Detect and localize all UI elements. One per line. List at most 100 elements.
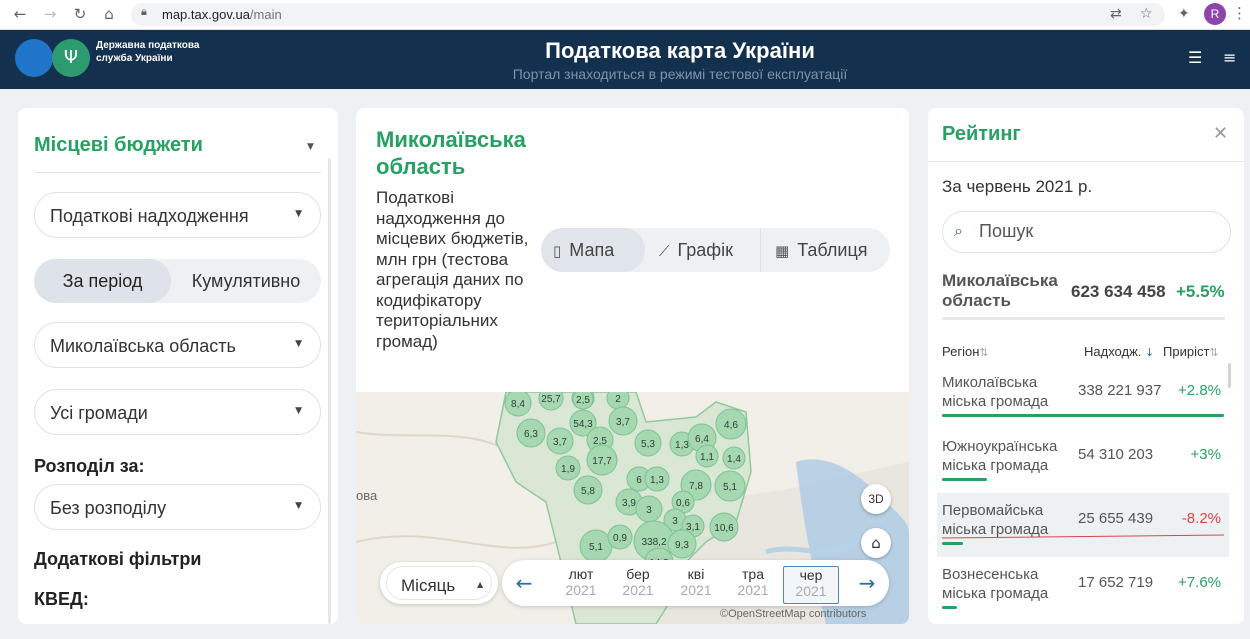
row-growth: +2.8% <box>1178 382 1221 399</box>
address-bar[interactable]: 🔒︎ map.tax.gov.ua/main ⇄ ☆ <box>131 3 1165 26</box>
region-select[interactable]: Миколаївська область ▼ <box>34 322 321 368</box>
map-bubble-label: 0,9 <box>613 533 627 544</box>
tab-table[interactable]: ▦ Таблиця <box>761 228 890 272</box>
url-text[interactable]: map.tax.gov.ua/main <box>162 7 282 22</box>
total-region-name: Миколаївська область <box>942 271 1058 310</box>
table-row[interactable]: Миколаївська міська громада 338 221 937 … <box>937 365 1229 429</box>
select-value: Податкові надходження <box>50 206 249 226</box>
map-bubble-label: 1,3 <box>650 475 664 486</box>
month-slider: ← лют 2021 бер 2021 кві 2021 тра 2021 чер 202… <box>502 560 889 606</box>
map-bubble-label: 4,6 <box>724 420 738 431</box>
profile-avatar[interactable]: R <box>1204 3 1226 25</box>
map-bubble-label: 338,2 <box>641 537 666 548</box>
menu-icon[interactable]: ≡ <box>1223 48 1236 67</box>
chevron-down-icon[interactable]: ▼ <box>307 142 314 152</box>
total-value: 623 634 458 <box>1071 282 1166 301</box>
rating-period: За червень 2021 р. <box>942 177 1093 196</box>
table-row[interactable]: Южноукраїнська міська громада 54 310 203… <box>937 429 1229 493</box>
translate-icon[interactable]: ⇄ <box>1110 6 1122 22</box>
org-name: Державна податкова служба України <box>96 40 200 64</box>
month-item[interactable]: кві 2021 <box>668 566 724 604</box>
table-icon: ▦ <box>775 242 790 260</box>
search-input[interactable] <box>979 221 1219 242</box>
divider <box>928 161 1244 162</box>
col-income-header[interactable]: Надходж. ↓ <box>1084 344 1154 359</box>
col-growth-header[interactable]: Приріст⇅ <box>1163 344 1219 359</box>
row-value: 17 652 719 <box>1078 574 1154 591</box>
row-growth: +3% <box>1190 446 1221 463</box>
tab-chart[interactable]: ⟋ Графік <box>645 228 761 272</box>
scrollbar[interactable] <box>328 158 331 624</box>
toggle-period[interactable]: За період <box>34 259 171 303</box>
home-icon[interactable]: ⌂ <box>99 4 119 24</box>
map-bubble-label: 3 <box>672 516 678 527</box>
prev-month-icon[interactable]: ← <box>502 560 546 606</box>
logo-circle <box>15 39 53 77</box>
toggle-cumulative[interactable]: Кумулятивно <box>171 259 321 303</box>
osm-credit[interactable]: ©OpenStreetMap contributors <box>720 608 866 620</box>
tab-map[interactable]: ▯ Мапа <box>541 228 645 272</box>
view-switcher: ▯ Мапа ⟋ Графік ▦ Таблиця <box>541 228 890 272</box>
kved-label: КВЕД: <box>34 589 89 609</box>
indicator-description: Податкові надходження до місцевих бюджет… <box>376 188 529 351</box>
chevron-down-icon: ▼ <box>295 406 302 416</box>
row-region: Южноукраїнська міська громада <box>942 438 1058 474</box>
map-bubble-label: 3,9 <box>622 498 636 509</box>
map-bubble-label: 5,8 <box>581 486 595 497</box>
month-item[interactable]: тра 2021 <box>725 566 781 604</box>
close-icon[interactable]: ✕ <box>1213 123 1228 144</box>
aggregation-toggle: За період Кумулятивно <box>34 259 321 303</box>
extensions-icon[interactable]: ✦ <box>1178 6 1190 22</box>
select-value: Без розподілу <box>50 498 167 518</box>
trident-logo-icon: Ψ <box>52 39 90 77</box>
income-type-select[interactable]: Податкові надходження ▼ <box>34 192 321 238</box>
map-bubble-label: 8,4 <box>511 399 525 410</box>
table-row[interactable]: Вознесенська міська громада 17 652 719 +… <box>937 557 1229 621</box>
row-share-bar <box>942 606 957 609</box>
map-place-label: ова <box>356 488 378 503</box>
divider <box>34 172 321 173</box>
map-bubble-label: 1,9 <box>561 464 575 475</box>
forward-icon[interactable]: → <box>40 4 60 24</box>
map-bubble-label: 3,7 <box>553 437 567 448</box>
chevron-up-icon: ▲ <box>477 580 484 589</box>
browser-menu-icon[interactable]: ⋮ <box>1232 4 1247 22</box>
month-item[interactable]: лют 2021 <box>553 566 609 604</box>
chevron-down-icon: ▼ <box>295 209 302 219</box>
list-view-icon[interactable]: ☰ <box>1188 48 1202 67</box>
section-title[interactable]: Місцеві бюджети <box>34 134 203 157</box>
lock-icon: 🔒︎ <box>141 5 147 18</box>
row-growth: -8.2% <box>1181 510 1221 527</box>
3d-toggle-button[interactable]: 3D <box>861 484 891 514</box>
period-select[interactable]: Місяць ▲ <box>380 562 498 604</box>
home-extent-icon[interactable]: ⌂ <box>861 528 891 558</box>
split-select[interactable]: Без розподілу ▼ <box>34 484 321 530</box>
sort-icon: ⇅ <box>979 346 989 359</box>
reload-icon[interactable]: ↻ <box>70 4 90 24</box>
col-region-header[interactable]: Регіон⇅ <box>942 344 989 359</box>
community-select[interactable]: Усі громади ▼ <box>34 389 321 435</box>
table-row[interactable]: Первомайська міська громада 25 655 439 -… <box>937 493 1229 557</box>
total-growth: +5.5% <box>1176 282 1225 301</box>
select-value: Усі громади <box>50 403 148 423</box>
row-growth: +7.6% <box>1178 574 1221 591</box>
map-bubble-label: 0,6 <box>676 498 690 509</box>
month-item-selected[interactable]: чер 2021 <box>783 566 839 604</box>
row-share-bar <box>942 478 987 481</box>
map-bubble-label: 9,3 <box>675 540 689 551</box>
month-item[interactable]: бер 2021 <box>610 566 666 604</box>
app-header: Ψ Державна податкова служба України Пода… <box>0 30 1250 89</box>
rating-panel: Рейтинг ✕ За червень 2021 р. ⌕ Миколаївс… <box>928 108 1244 624</box>
chevron-down-icon: ▼ <box>295 501 302 511</box>
page-title: Податкова карта України <box>545 38 815 63</box>
bookmark-star-icon[interactable]: ☆ <box>1140 6 1153 22</box>
back-icon[interactable]: ← <box>10 4 30 24</box>
row-share-bar <box>942 414 1224 417</box>
period-select-inner: Місяць ▲ <box>386 566 492 600</box>
map-panel: Миколаївська область Податкові надходжен… <box>356 108 909 624</box>
search-icon: ⌕ <box>954 221 963 240</box>
row-region: Вознесенська міська громада <box>942 566 1049 602</box>
sort-icon: ⇅ <box>1209 346 1219 359</box>
next-month-icon[interactable]: → <box>845 560 889 606</box>
map-bubble-label: 25,7 <box>541 394 561 405</box>
